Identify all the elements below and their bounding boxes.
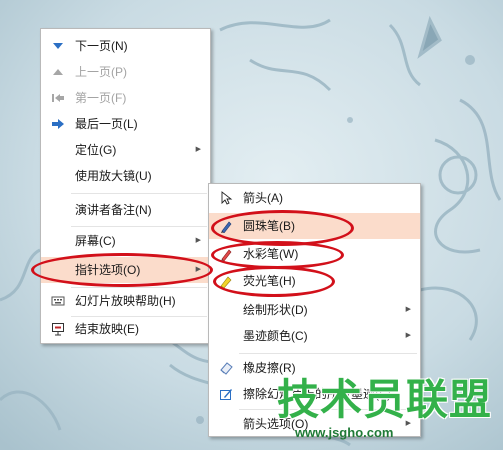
menu-item-screen[interactable]: 屏幕(C) ▶	[41, 228, 210, 254]
menu-separator	[239, 353, 417, 354]
menu-item-previous-page[interactable]: 上一页(P)	[41, 59, 210, 85]
menu-item-next-page[interactable]: 下一页(N)	[41, 33, 210, 59]
submenu-arrow-icon: ▶	[405, 332, 411, 339]
menu-item-label: 演讲者备注(N)	[75, 203, 152, 217]
menu-item-label: 绘制形状(D)	[243, 303, 308, 317]
submenu-arrow-icon: ▶	[405, 306, 411, 313]
arrow-down-icon	[51, 39, 65, 53]
submenu-arrow-icon: ▶	[195, 237, 201, 244]
submenu-item-ballpoint-pen[interactable]: 圆珠笔(B)	[209, 213, 420, 239]
menu-item-magnifier[interactable]: 使用放大镜(U)	[41, 163, 210, 189]
highlighter-icon	[219, 274, 233, 289]
last-page-icon	[51, 117, 65, 131]
menu-item-first-page[interactable]: 第一页(F)	[41, 85, 210, 111]
submenu-item-arrow[interactable]: 箭头(A)	[209, 185, 420, 211]
end-show-icon	[51, 322, 65, 336]
ballpoint-pen-icon	[219, 219, 233, 234]
cursor-arrow-icon	[219, 191, 233, 205]
menu-item-label: 定位(G)	[75, 143, 117, 157]
menu-item-label: 指针选项(O)	[75, 263, 141, 277]
menu-item-label: 下一页(N)	[75, 39, 128, 53]
watercolor-pen-icon	[219, 247, 233, 262]
menu-item-label: 屏幕(C)	[75, 234, 116, 248]
eraser-icon	[219, 361, 233, 375]
arrow-up-icon	[51, 65, 65, 79]
slideshow-context-menu: 下一页(N) 上一页(P) 第一页(F) 最后一页(L) 定位(G) ▶ 使用放…	[40, 28, 211, 344]
menu-item-last-page[interactable]: 最后一页(L)	[41, 111, 210, 137]
submenu-item-ink-color[interactable]: 墨迹颜色(C) ▶	[209, 323, 420, 349]
menu-item-label: 圆珠笔(B)	[243, 219, 295, 233]
menu-item-end-show[interactable]: 结束放映(E)	[41, 316, 210, 342]
menu-item-label: 水彩笔(W)	[243, 247, 299, 261]
submenu-item-highlighter[interactable]: 荧光笔(H)	[209, 268, 420, 294]
first-page-icon	[51, 91, 65, 105]
erase-all-icon	[219, 387, 233, 401]
menu-item-label: 幻灯片放映帮助(H)	[75, 294, 176, 308]
menu-item-label: 使用放大镜(U)	[75, 169, 152, 183]
menu-item-goto[interactable]: 定位(G) ▶	[41, 137, 210, 163]
menu-item-label: 墨迹颜色(C)	[243, 329, 308, 343]
keyboard-help-icon	[51, 294, 65, 308]
menu-item-speaker-notes[interactable]: 演讲者备注(N)	[41, 197, 210, 223]
menu-item-slideshow-help[interactable]: 幻灯片放映帮助(H)	[41, 288, 210, 314]
menu-item-label: 最后一页(L)	[75, 117, 138, 131]
submenu-arrow-icon: ▶	[195, 266, 201, 273]
watermark-title: 技术员联盟	[277, 375, 493, 424]
menu-item-label: 第一页(F)	[75, 91, 127, 105]
menu-item-label: 箭头(A)	[243, 191, 283, 205]
menu-item-label: 荧光笔(H)	[243, 274, 296, 288]
menu-separator	[71, 193, 207, 194]
watermark-url: www.jsgho.com	[295, 425, 394, 440]
submenu-arrow-icon: ▶	[195, 146, 201, 153]
submenu-item-watercolor-pen[interactable]: 水彩笔(W)	[209, 241, 420, 267]
menu-item-pointer-options[interactable]: 指针选项(O) ▶	[41, 257, 210, 283]
menu-item-label: 上一页(P)	[75, 65, 127, 79]
menu-item-label: 结束放映(E)	[75, 322, 139, 336]
menu-separator	[71, 226, 207, 227]
submenu-item-draw-shapes[interactable]: 绘制形状(D) ▶	[209, 297, 420, 323]
site-watermark: 技术员联盟 www.jsgho.com	[277, 377, 503, 447]
